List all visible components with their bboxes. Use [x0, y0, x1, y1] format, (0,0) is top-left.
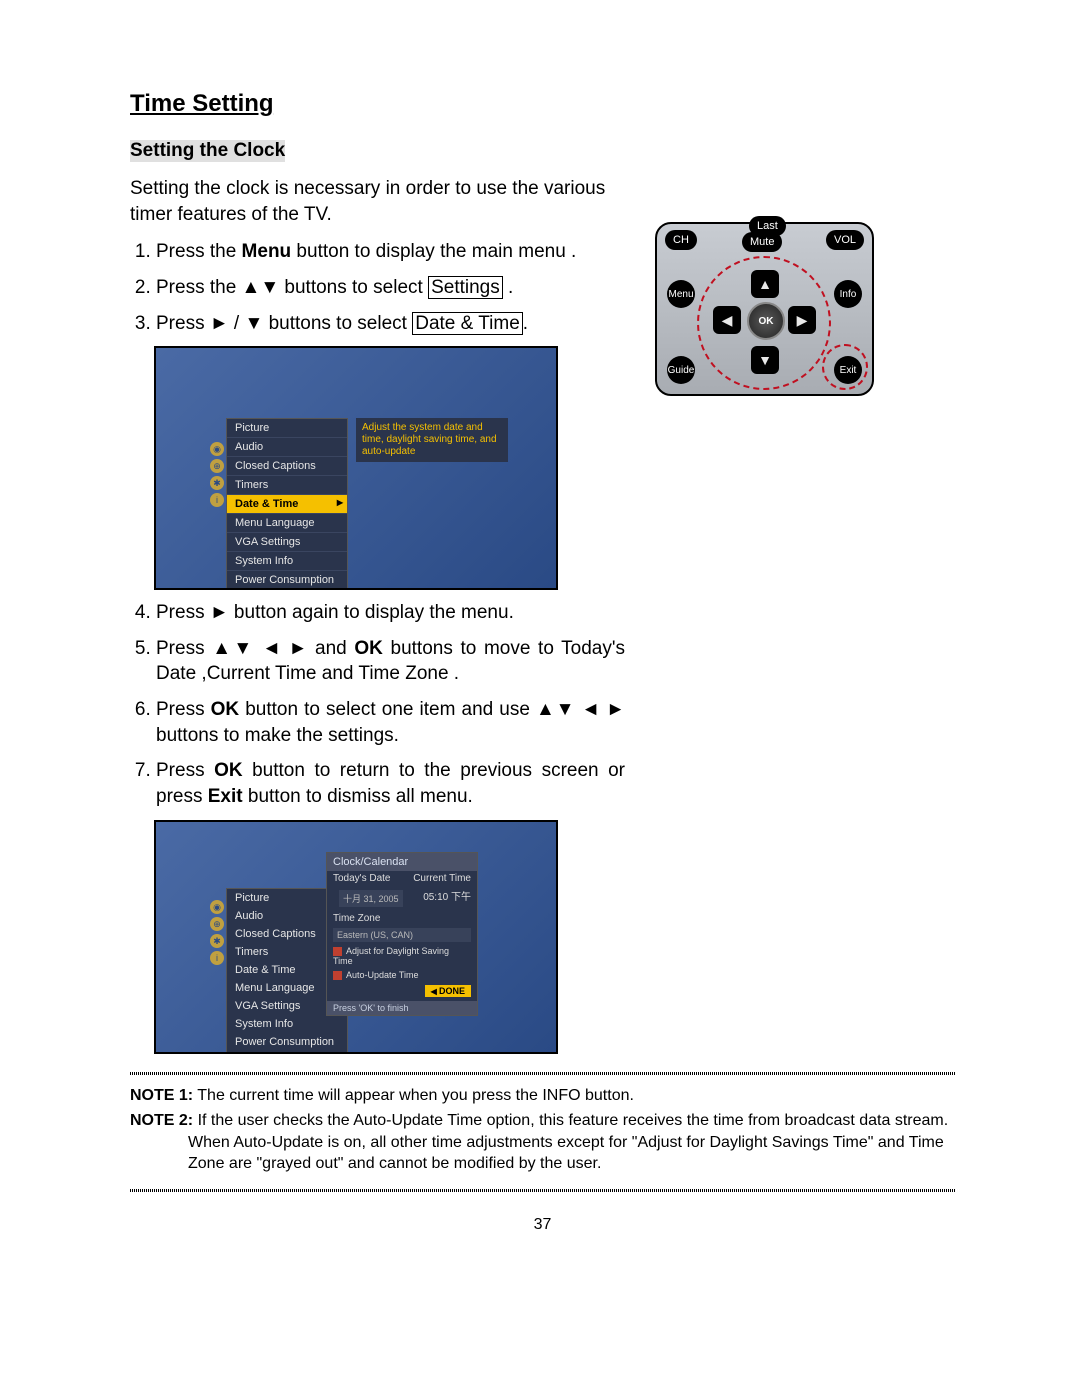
step-5: Press ▲▼ ◄ ► and OK buttons to move to T… — [156, 636, 625, 687]
info-button: Info — [834, 280, 862, 308]
info-icon: i — [210, 951, 224, 965]
steps-list: Press the Menu button to display the mai… — [130, 239, 625, 336]
intro-text: Setting the clock is necessary in order … — [130, 176, 625, 227]
step-7: Press OK button to return to the previou… — [156, 758, 625, 809]
tv-menu: Picture Audio Closed Captions Timers Dat… — [226, 418, 348, 590]
menu-item: Power Consumption — [227, 571, 347, 590]
dst-check: Adjust for Daylight Saving Time — [327, 944, 477, 968]
step-2: Press the ▲▼ buttons to select Settings … — [156, 275, 625, 301]
side-icons: ◉ ⊕ ✱ i — [210, 442, 224, 510]
done-row: DONE — [327, 982, 477, 1001]
note-1: NOTE 1: The current time will appear whe… — [130, 1085, 955, 1107]
gear-icon: ✱ — [210, 476, 224, 490]
tv-clock-screenshot: ◉ ⊕ ✱ i Picture Audio Closed Captions Ti… — [154, 820, 558, 1054]
menu-item-selected: Date & Time — [227, 495, 347, 514]
note-2: NOTE 2: If the user checks the Auto-Upda… — [130, 1110, 955, 1175]
clock-icon: ⊕ — [210, 917, 224, 931]
panel-header: Clock/Calendar — [327, 853, 477, 871]
divider — [130, 1072, 955, 1075]
gear-icon: ✱ — [210, 934, 224, 948]
panel-values: 十月 31, 2005 05:10 下午 — [327, 886, 477, 911]
zone-label: Time Zone — [327, 911, 477, 926]
menu-item: Menu Language — [227, 514, 347, 533]
info-icon: i — [210, 493, 224, 507]
remote-illustration: Last CH Mute VOL Menu Info Guide Exit ▲ … — [655, 222, 874, 1064]
vol-button: VOL — [826, 230, 864, 250]
tv-help-text: Adjust the system date and time, dayligh… — [356, 418, 508, 462]
done-button: DONE — [425, 985, 471, 997]
step-6: Press OK button to select one item and u… — [156, 697, 625, 748]
menu-item: Audio — [227, 438, 347, 457]
section-subtitle: Setting the Clock — [130, 140, 285, 162]
date-value: 十月 31, 2005 — [339, 890, 403, 907]
left-column: Setting the clock is necessary in order … — [130, 176, 625, 1064]
ch-button: CH — [665, 230, 697, 250]
checkbox-icon — [333, 947, 342, 956]
menu-item: VGA Settings — [227, 533, 347, 552]
globe-icon: ◉ — [210, 442, 224, 456]
steps-list-cont: Press ► button again to display the menu… — [130, 600, 625, 809]
step-1: Press the Menu button to display the mai… — [156, 239, 625, 265]
menu-button: Menu — [667, 280, 695, 308]
panel-footer: Press 'OK' to finish — [327, 1001, 477, 1015]
notes-block: NOTE 1: The current time will appear whe… — [130, 1083, 955, 1181]
divider — [130, 1189, 955, 1192]
content-layout: Setting the clock is necessary in order … — [130, 176, 955, 1064]
menu-item: Picture — [227, 419, 347, 438]
mute-button: Mute — [742, 232, 782, 252]
checkbox-icon — [333, 971, 342, 980]
globe-icon: ◉ — [210, 900, 224, 914]
menu-item: Closed Captions — [227, 457, 347, 476]
auto-check: Auto-Update Time — [327, 968, 477, 982]
highlight-circle-exit — [822, 344, 868, 390]
clock-icon: ⊕ — [210, 459, 224, 473]
step-3: Press ► / ▼ buttons to select Date & Tim… — [156, 311, 625, 337]
menu-item: Timers — [227, 476, 347, 495]
page-title: Time Setting — [130, 90, 955, 118]
tv-menu-screenshot: ◉ ⊕ ✱ i Picture Audio Closed Captions Ti… — [154, 346, 558, 590]
manual-page: Time Setting Setting the Clock Setting t… — [0, 0, 1080, 1294]
guide-button: Guide — [667, 356, 695, 384]
zone-value: Eastern (US, CAN) — [333, 928, 471, 942]
clock-panel: Clock/Calendar Today's Date Current Time… — [326, 852, 478, 1016]
menu-item: System Info — [227, 552, 347, 571]
page-number: 37 — [130, 1216, 955, 1234]
step-4: Press ► button again to display the menu… — [156, 600, 625, 626]
remote-body: Last CH Mute VOL Menu Info Guide Exit ▲ … — [655, 222, 874, 396]
time-value: 05:10 下午 — [423, 888, 471, 909]
highlight-circle — [697, 256, 831, 390]
panel-labels: Today's Date Current Time — [327, 871, 477, 886]
side-icons: ◉ ⊕ ✱ i — [210, 900, 224, 968]
